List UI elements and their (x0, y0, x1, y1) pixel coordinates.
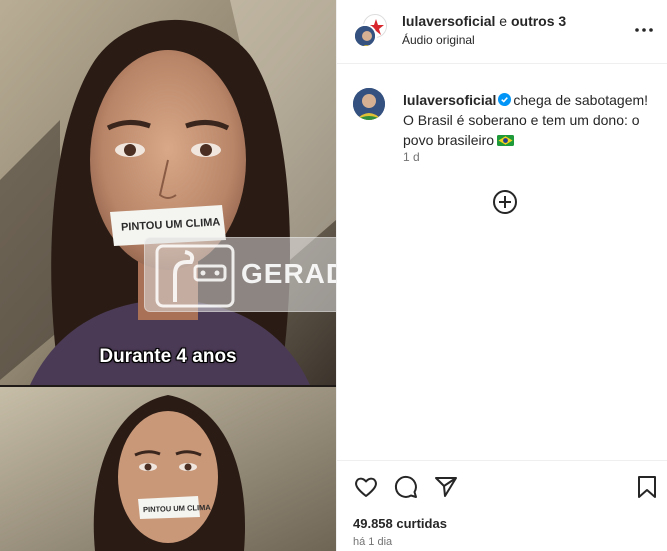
ai-generated-badge: GERADO POR IA (144, 237, 336, 312)
bookmark-icon[interactable] (634, 474, 660, 500)
post-sidebar: lulaversoficial e outros 3 Áudio origina… (336, 0, 667, 551)
profile-photo-icon (355, 26, 375, 46)
reel-frame-top (0, 0, 336, 385)
connector-text: e (495, 13, 511, 29)
profile-photo-icon (353, 88, 385, 120)
caption-timestamp[interactable]: 1 d (403, 150, 420, 164)
verified-badge-icon (498, 93, 512, 106)
post-header: lulaversoficial e outros 3 Áudio origina… (337, 0, 667, 64)
collaborators-link[interactable]: outros 3 (511, 13, 566, 29)
ai-robot-logo-icon (155, 244, 235, 308)
more-options-icon[interactable] (634, 20, 654, 40)
comment-icon[interactable] (393, 474, 419, 500)
caption-username[interactable]: lulaversoficial (403, 92, 496, 108)
audio-link[interactable]: Áudio original (402, 33, 475, 47)
avatar[interactable] (353, 88, 385, 120)
like-count[interactable]: 49.858 curtidas (353, 516, 447, 531)
plus-circle-icon[interactable] (492, 189, 518, 215)
caption-text: lulaversoficial chega de sabotagem! O Bra… (403, 90, 661, 150)
ai-generated-label: GERADO POR IA (241, 258, 336, 289)
collab-avatars[interactable] (353, 14, 387, 48)
post-media[interactable]: PINTOU UM CLIMA Durante 4 anos PINTOU UM… (0, 0, 336, 551)
avatar[interactable] (353, 24, 377, 48)
video-caption: Durante 4 anos (99, 346, 237, 367)
author-username[interactable]: lulaversoficial (402, 13, 495, 29)
heart-icon[interactable] (353, 474, 379, 500)
brazil-flag-icon (497, 135, 515, 146)
reel-frame-bottom (0, 387, 336, 551)
post-actions: 49.858 curtidas há 1 dia (337, 460, 667, 551)
post-author[interactable]: lulaversoficial e outros 3 (402, 13, 566, 29)
send-icon[interactable] (433, 474, 459, 500)
post-date[interactable]: há 1 dia (353, 536, 392, 548)
